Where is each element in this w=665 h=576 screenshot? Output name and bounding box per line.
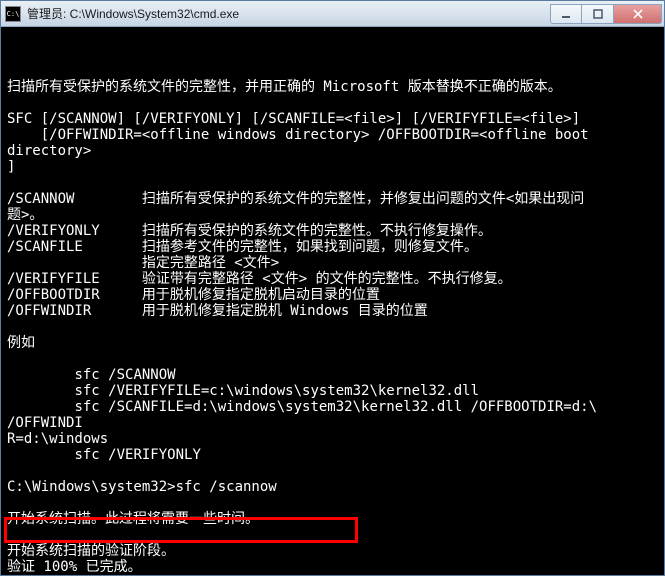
console-line: 扫描所有受保护的系统文件的完整性，并用正确的 Microsoft 版本替换不正确… <box>7 79 658 95</box>
console-output[interactable]: 扫描所有受保护的系统文件的完整性，并用正确的 Microsoft 版本替换不正确… <box>1 27 664 575</box>
console-line: SFC [/SCANNOW] [/VERIFYONLY] [/SCANFILE=… <box>7 111 658 127</box>
console-line <box>7 95 658 111</box>
console-line: /VERIFYFILE 验证带有完整路径 <文件> 的文件的完整性。不执行修复。 <box>7 271 658 287</box>
console-line: /OFFBOOTDIR 用于脱机修复指定脱机启动目录的位置 <box>7 287 658 303</box>
console-line: 题>。 <box>7 207 658 223</box>
window-title: 管理员: C:\Windows\System32\cmd.exe <box>27 5 550 22</box>
console-line: sfc /SCANNOW <box>7 367 658 383</box>
console-line: sfc /VERIFYFILE=c:\windows\system32\kern… <box>7 383 658 399</box>
minimize-button[interactable] <box>550 4 582 24</box>
console-line <box>7 463 658 479</box>
titlebar[interactable]: C:\ 管理员: C:\Windows\System32\cmd.exe <box>1 1 664 27</box>
console-line: ] <box>7 159 658 175</box>
maximize-button[interactable] <box>582 4 614 24</box>
console-line: 指定完整路径 <文件> <box>7 255 658 271</box>
console-line: 开始系统扫描的验证阶段。 <box>7 543 658 559</box>
cmd-icon: C:\ <box>5 6 21 22</box>
console-line: /SCANNOW 扫描所有受保护的系统文件的完整性，并修复出问题的文件<如果出现… <box>7 191 658 207</box>
console-line: 例如 <box>7 335 658 351</box>
maximize-icon <box>593 9 603 19</box>
console-line: sfc /SCANFILE=d:\windows\system32\kernel… <box>7 399 658 431</box>
console-line: /OFFWINDIR 用于脱机修复指定脱机 Windows 目录的位置 <box>7 303 658 319</box>
console-line: 开始系统扫描。此过程将需要一些时间。 <box>7 511 658 527</box>
console-line: [/OFFWINDIR=<offline windows directory> … <box>7 127 658 159</box>
console-line: C:\Windows\system32>sfc /scannow <box>7 479 658 495</box>
close-button[interactable] <box>614 4 662 24</box>
cmd-window: C:\ 管理员: C:\Windows\System32\cmd.exe 扫描所… <box>0 0 665 576</box>
minimize-icon <box>561 9 571 19</box>
console-line <box>7 351 658 367</box>
close-icon <box>633 9 643 19</box>
console-line <box>7 319 658 335</box>
console-line: /SCANFILE 扫描参考文件的完整性，如果找到问题，则修复文件。 <box>7 239 658 255</box>
console-line: 验证 100% 已完成。 <box>7 559 658 575</box>
console-line: /VERIFYONLY 扫描所有受保护的系统文件的完整性。不执行修复操作。 <box>7 223 658 239</box>
console-line: R=d:\windows <box>7 431 658 447</box>
console-line: sfc /VERIFYONLY <box>7 447 658 463</box>
console-line <box>7 495 658 511</box>
window-controls <box>550 4 662 24</box>
console-line <box>7 175 658 191</box>
console-line <box>7 527 658 543</box>
